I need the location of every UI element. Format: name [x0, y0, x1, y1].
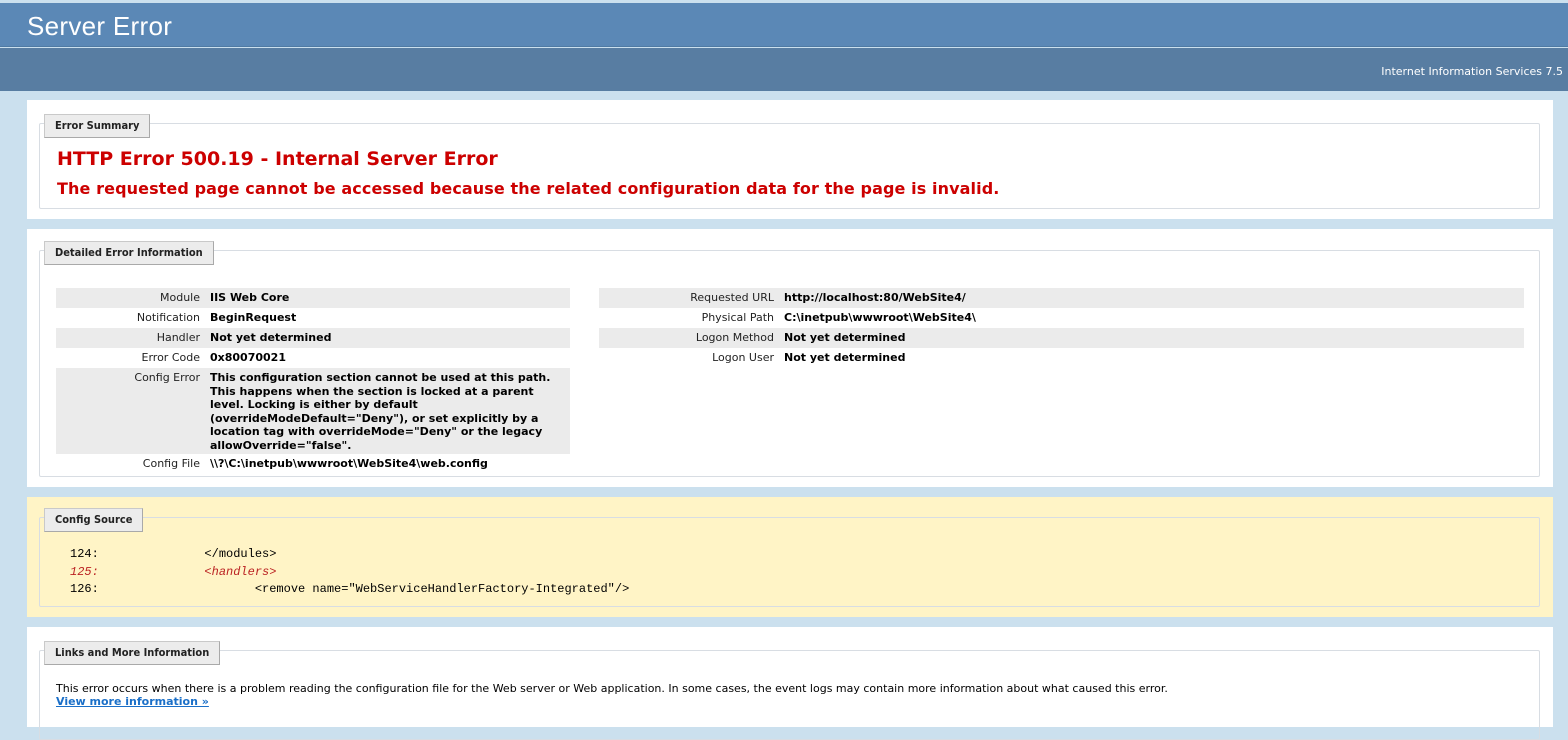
config-source-code: 124: </modules> 125: <handlers> 126: <remo…	[70, 546, 629, 599]
detail-value: Not yet determined	[784, 331, 906, 344]
code-line: 126: <remove name="WebServiceHandlerFact…	[70, 581, 629, 599]
line-code: <handlers>	[118, 564, 277, 579]
line-number: 124:	[70, 547, 99, 561]
detail-value: 0x80070021	[210, 351, 286, 364]
links-legend: Links and More Information	[44, 641, 221, 665]
product-name: Internet Information Services 7.5	[1381, 65, 1563, 78]
sub-header: Internet Information Services 7.5	[0, 48, 1568, 91]
line-number: 126:	[70, 582, 99, 596]
detail-label: Error Code	[141, 351, 200, 364]
detail-row: Module IIS Web Core	[56, 288, 570, 308]
detail-row: Handler Not yet determined	[56, 328, 570, 348]
detail-value: IIS Web Core	[210, 291, 290, 304]
detail-value: This configuration section cannot be use…	[210, 371, 551, 452]
detailed-error-panel: Detailed Error Information Module IIS Web…	[27, 229, 1553, 487]
error-summary-panel: Error Summary HTTP Error 500.19 - Intern…	[27, 100, 1553, 219]
page-title: Server Error	[27, 11, 173, 41]
detail-label: Physical Path	[701, 311, 774, 324]
left-details-table: Module IIS Web Core Notification BeginReque…	[56, 288, 570, 474]
detail-value: http://localhost:80/WebSite4/	[784, 291, 966, 304]
detail-value: BeginRequest	[210, 311, 297, 324]
code-line: 125: <handlers>	[70, 564, 629, 582]
detail-row: Physical Path C:\inetpub\wwwroot\WebSite4…	[599, 308, 1524, 328]
detail-row: Config Error This configuration section c…	[56, 368, 570, 454]
detail-label: Module	[160, 291, 200, 304]
detail-row: Config File \\?\C:\inetpub\wwwroot\WebSit…	[56, 454, 570, 474]
line-code: </modules>	[118, 547, 277, 561]
detail-label: Logon Method	[695, 331, 774, 344]
detail-value: Not yet determined	[784, 351, 906, 364]
detail-row: Notification BeginRequest	[56, 308, 570, 328]
view-more-information-link[interactable]: View more information »	[56, 695, 209, 708]
config-source-panel: Config Source 124: </modules> 125: <handl…	[27, 497, 1553, 617]
detail-row: Requested URL http://localhost:80/WebSite…	[599, 288, 1524, 308]
config-source-legend: Config Source	[44, 508, 144, 532]
detail-row: Logon Method Not yet determined	[599, 328, 1524, 348]
detail-label: Notification	[136, 311, 200, 324]
error-message: The requested page cannot be accessed be…	[57, 179, 1000, 198]
detail-value: Not yet determined	[210, 331, 332, 344]
detailed-error-legend: Detailed Error Information	[44, 241, 214, 265]
right-details-table: Requested URL http://localhost:80/WebSite…	[599, 288, 1524, 368]
detail-label: Requested URL	[690, 291, 774, 304]
links-panel: Links and More Information This error oc…	[27, 627, 1553, 740]
detail-label: Handler	[156, 331, 200, 344]
detail-row: Error Code 0x80070021	[56, 348, 570, 368]
detail-label: Config Error	[134, 371, 200, 384]
error-summary-legend: Error Summary	[44, 114, 151, 138]
error-title: HTTP Error 500.19 - Internal Server Erro…	[57, 148, 498, 170]
line-code: <remove name="WebServiceHandlerFactory-I…	[118, 582, 630, 596]
line-number: 125:	[70, 564, 99, 579]
links-text: This error occurs when there is a proble…	[56, 682, 1168, 695]
code-line: 124: </modules>	[70, 546, 629, 564]
detail-value: C:\inetpub\wwwroot\WebSite4\	[784, 311, 976, 324]
detail-label: Logon User	[712, 351, 774, 364]
page-header: Server Error	[0, 3, 1568, 47]
detail-row: Logon User Not yet determined	[599, 348, 1524, 368]
detail-label: Config File	[142, 457, 200, 470]
detail-value: \\?\C:\inetpub\wwwroot\WebSite4\web.conf…	[210, 457, 488, 470]
